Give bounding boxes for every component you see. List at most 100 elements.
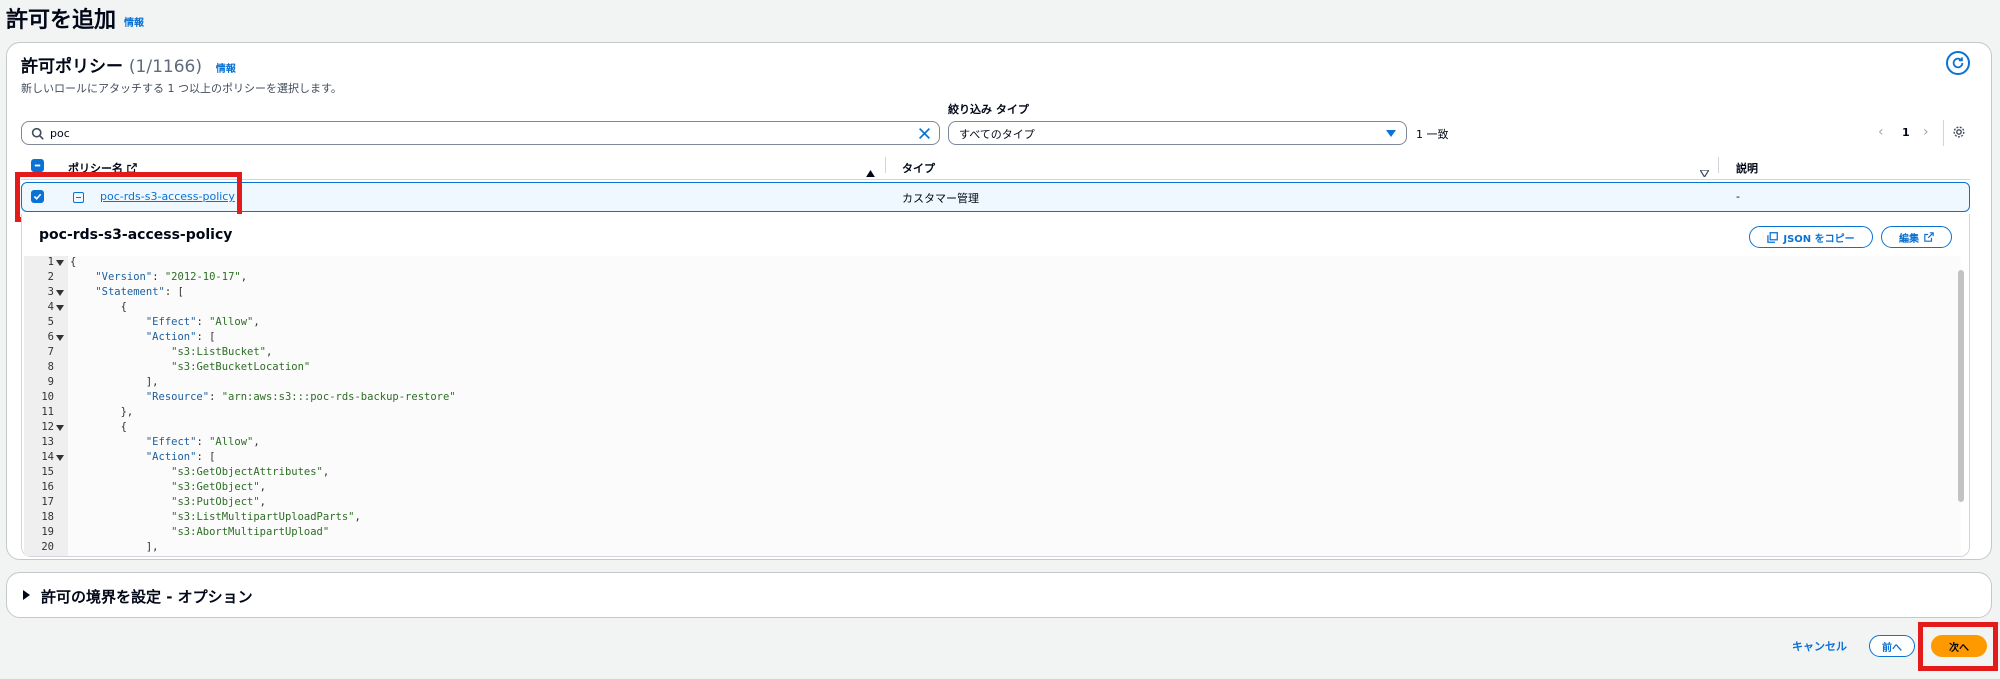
line-number: 8 (47, 361, 54, 373)
code-line: 17 "s3:PutObject", (24, 496, 1924, 511)
line-number: 14 (41, 451, 54, 463)
close-icon[interactable] (918, 127, 931, 140)
json-code-viewer[interactable]: 1{2 "Version": "2012-10-17", 3 "Statement… (24, 256, 1961, 556)
line-number: 3 (47, 286, 54, 298)
code-line: 2 "Version": "2012-10-17", (24, 271, 1924, 286)
policy-detail-title: poc-rds-s3-access-policy (39, 227, 233, 243)
code-line: 7 "s3:ListBucket", (24, 346, 1924, 361)
line-number: 19 (41, 526, 54, 538)
table-settings-button[interactable] (1952, 124, 1966, 143)
code-text: "Effect": "Allow", (145, 436, 260, 448)
code-line: 5 "Effect": "Allow", (24, 316, 1924, 331)
code-line: 8 "s3:GetBucketLocation" (24, 361, 1924, 376)
code-text: "s3:GetObject", (171, 481, 266, 493)
code-line: 10 "Resource": "arn:aws:s3:::poc-rds-bac… (24, 391, 1924, 406)
code-text: "Version": "2012-10-17", (95, 271, 248, 283)
line-number: 18 (41, 511, 54, 523)
cancel-button[interactable]: キャンセル (1792, 638, 1847, 654)
code-line: 1{ (24, 256, 1924, 271)
policies-info-link[interactable]: 情報 (216, 64, 236, 75)
code-text: "Statement": [ (95, 286, 184, 298)
edit-button[interactable]: 編集 (1881, 226, 1952, 248)
code-line: 20 ], (24, 541, 1924, 556)
line-number: 13 (41, 436, 54, 448)
match-count: 1 一致 (1416, 128, 1449, 141)
fold-caret-icon[interactable] (56, 455, 64, 461)
code-line: 19 "s3:AbortMultipartUpload" (24, 526, 1924, 541)
policies-title-text: 許可ポリシー (21, 57, 123, 77)
column-separator (1718, 157, 1719, 173)
column-header-type[interactable]: タイプ (902, 160, 935, 176)
line-number: 17 (41, 496, 54, 508)
line-number: 16 (41, 481, 54, 493)
type-filter-value: すべてのタイプ (959, 128, 1035, 141)
search-icon (31, 127, 44, 140)
column-separator (885, 157, 886, 173)
line-number: 5 (47, 316, 54, 328)
line-number: 11 (41, 406, 54, 418)
code-line: 3 "Statement": [ (24, 286, 1924, 301)
code-text: }, (120, 406, 134, 418)
line-number: 4 (47, 301, 54, 313)
code-text: "s3:ListBucket", (171, 346, 273, 358)
code-line: 18 "s3:ListMultipartUploadParts", (24, 511, 1924, 526)
caret-down-icon (1386, 130, 1396, 137)
code-text: "s3:GetObjectAttributes", (171, 466, 330, 478)
code-line: 4 { (24, 301, 1924, 316)
code-text: ], (145, 376, 159, 388)
fold-caret-icon[interactable] (56, 260, 64, 266)
code-text: { (120, 421, 127, 433)
code-scrollbar[interactable] (1958, 270, 1964, 502)
highlight-box (1918, 622, 1998, 671)
code-line: 15 "s3:GetObjectAttributes", (24, 466, 1924, 481)
chevron-left-icon[interactable]: ‹ (1878, 124, 1884, 140)
select-all-checkbox[interactable] (31, 159, 44, 172)
code-text: "s3:AbortMultipartUpload" (171, 526, 330, 538)
policies-count: (1/1166) (128, 57, 202, 77)
line-number: 1 (47, 256, 54, 268)
policy-description-cell: - (1736, 190, 1740, 203)
line-number: 20 (41, 541, 54, 553)
code-line: 11 }, (24, 406, 1924, 421)
check-icon (34, 164, 41, 167)
page-title: 許可を追加 情報 (6, 2, 144, 34)
page-info-link[interactable]: 情報 (124, 18, 144, 29)
pager-divider (1943, 120, 1944, 146)
code-line: 13 "Effect": "Allow", (24, 436, 1924, 451)
caret-right-icon[interactable] (23, 590, 30, 600)
code-text: { (70, 256, 77, 268)
code-text: { (120, 301, 127, 313)
fold-caret-icon[interactable] (56, 335, 64, 341)
code-line: 16 "s3:GetObject", (24, 481, 1924, 496)
page-title-text: 許可を追加 (6, 8, 117, 33)
chevron-right-icon[interactable]: › (1923, 124, 1929, 140)
line-number: 2 (47, 271, 54, 283)
code-text: "s3:GetBucketLocation" (171, 361, 311, 373)
code-text: "Effect": "Allow", (145, 316, 260, 328)
previous-button[interactable]: 前へ (1869, 635, 1915, 657)
type-filter-select[interactable]: すべてのタイプ (948, 121, 1407, 145)
line-number: 15 (41, 466, 54, 478)
code-text: "s3:PutObject", (171, 496, 266, 508)
policy-search-input[interactable] (50, 125, 890, 141)
permission-boundary-title[interactable]: 許可の境界を設定 - オプション (41, 586, 253, 607)
permission-boundary-panel[interactable] (6, 572, 1992, 618)
line-number: 6 (47, 331, 54, 343)
line-number: 10 (41, 391, 54, 403)
policy-type-cell: カスタマー管理 (902, 192, 979, 205)
page-number[interactable]: 1 (1902, 126, 1910, 139)
refresh-icon (1952, 57, 1964, 69)
line-number: 12 (41, 421, 54, 433)
external-link-icon (1924, 232, 1934, 242)
fold-caret-icon[interactable] (56, 305, 64, 311)
policy-search-field[interactable] (21, 121, 940, 145)
table-header-divider (21, 179, 1970, 180)
refresh-button[interactable] (1946, 51, 1970, 75)
filter-type-label: 絞り込み タイプ (948, 103, 1029, 116)
fold-caret-icon[interactable] (56, 425, 64, 431)
copy-json-button[interactable]: JSON をコピー (1749, 226, 1873, 248)
code-text: "s3:ListMultipartUploadParts", (171, 511, 361, 523)
fold-caret-icon[interactable] (56, 290, 64, 296)
table-row[interactable] (21, 182, 1970, 212)
column-header-description[interactable]: 説明 (1736, 160, 1758, 176)
